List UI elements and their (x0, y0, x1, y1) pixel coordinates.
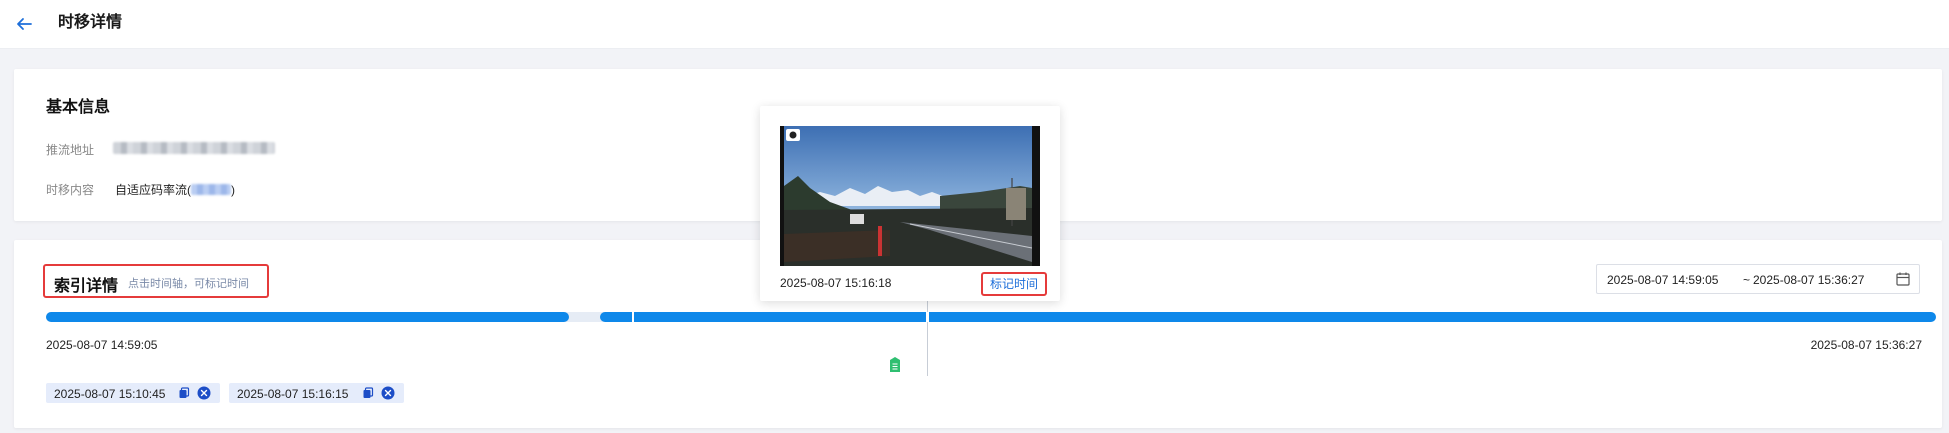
preview-popup: 2025-08-07 15:16:18 标记时间 (760, 106, 1060, 301)
content-value: 自适应码率流() (115, 181, 235, 198)
timeline-tick (632, 312, 634, 322)
timeline-segment[interactable] (600, 312, 1936, 322)
timeline-cursor-line (927, 294, 928, 376)
arrow-left-icon[interactable] (12, 12, 36, 36)
marked-time-tag: 2025-08-07 15:16:15 (229, 383, 404, 403)
range-end-input[interactable]: 2025-08-07 15:36:27 (1753, 273, 1864, 287)
marked-time-text: 2025-08-07 15:10:45 (54, 387, 166, 401)
content-value-redacted (191, 184, 231, 195)
timeline-end-time: 2025-08-07 15:36:27 (1810, 338, 1922, 352)
content-value-prefix: 自适应码率流( (115, 183, 191, 197)
marked-time-tag: 2025-08-07 15:10:45 (46, 383, 220, 403)
page-title: 时移详情 (58, 14, 123, 31)
remove-circle-icon[interactable] (381, 386, 395, 400)
timeline-start-time: 2025-08-07 14:59:05 (46, 338, 158, 352)
remove-circle-icon[interactable] (197, 386, 211, 400)
content-label: 时移内容 (46, 183, 95, 197)
top-bar: 时移详情 (0, 0, 1949, 49)
range-start-input[interactable]: 2025-08-07 14:59:05 (1607, 273, 1718, 287)
preview-time: 2025-08-07 15:16:18 (780, 276, 892, 290)
timeline-track[interactable] (46, 294, 1936, 376)
marked-time-text: 2025-08-07 15:16:15 (237, 387, 349, 401)
range-separator: ~ (1743, 273, 1751, 287)
content-value-suffix: ) (231, 183, 235, 197)
index-detail-hint: 点击时间轴，可标记时间 (128, 278, 249, 290)
mark-time-button[interactable]: 标记时间 (981, 272, 1047, 296)
preview-frame-image (780, 126, 1040, 266)
basic-info-title: 基本信息 (46, 99, 111, 116)
timeline-cursor-gap (926, 312, 929, 322)
copy-icon[interactable] (362, 387, 374, 399)
copy-icon[interactable] (178, 387, 190, 399)
index-title-highlight: 索引详情 点击时间轴，可标记时间 (43, 264, 269, 298)
stream-url-label: 推流地址 (46, 143, 95, 157)
calendar-icon[interactable] (1895, 271, 1911, 287)
index-detail-title: 索引详情 (54, 278, 119, 295)
date-range-picker[interactable]: 2025-08-07 14:59:05 ~ 2025-08-07 15:36:2… (1596, 264, 1920, 294)
timeline-segment[interactable] (46, 312, 569, 322)
bookmark-marker-icon[interactable] (888, 357, 902, 373)
stream-url-value-redacted (113, 142, 275, 154)
